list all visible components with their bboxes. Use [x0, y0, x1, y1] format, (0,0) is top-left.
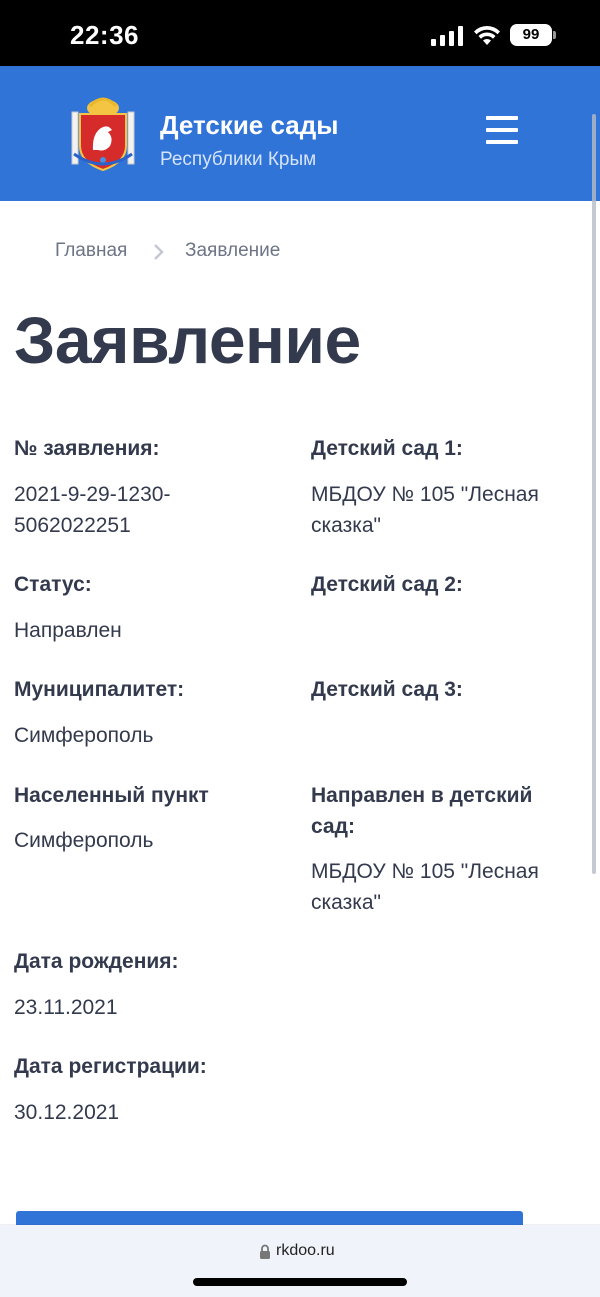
status-label: Статус:	[14, 573, 92, 596]
status-bar: 22:36 99	[0, 0, 600, 66]
birth-date-value: 23.11.2021	[14, 996, 118, 1019]
hamburger-menu-icon[interactable]	[486, 116, 518, 144]
birth-date-label: Дата рождения:	[14, 950, 179, 973]
assigned-kindergarten-value-line2: сказка"	[311, 891, 382, 914]
browser-url-bar[interactable]	[0, 1225, 600, 1297]
crimea-coat-of-arms-icon[interactable]	[68, 94, 138, 172]
chevron-right-icon	[154, 244, 164, 260]
application-number-value-line2: 5062022251	[14, 514, 131, 537]
breadcrumb-current: Заявление	[185, 240, 281, 261]
status-time: 22:36	[70, 20, 139, 50]
menu-bar-bottom	[486, 140, 518, 144]
locality-label: Населенный пункт	[14, 784, 209, 807]
kindergarten-1-value-line2: сказка"	[311, 514, 382, 537]
breadcrumb-home-link[interactable]: Главная	[55, 240, 127, 262]
menu-bar-top	[486, 116, 518, 120]
menu-bar-middle	[486, 128, 518, 132]
kindergarten-2-label: Детский сад 2:	[311, 573, 463, 596]
kindergarten-1-value-line1: МБДОУ № 105 "Лесная	[311, 483, 539, 506]
page-scrollbar[interactable]	[592, 114, 596, 874]
status-value: Направлен	[14, 619, 122, 642]
assigned-kindergarten-label-line2: сад:	[311, 815, 355, 838]
site-subtitle: Республики Крым	[160, 149, 317, 170]
lock-icon	[260, 1244, 270, 1259]
browser-url-text[interactable]: rkdoo.ru	[276, 1242, 335, 1260]
home-indicator[interactable]	[193, 1278, 407, 1286]
kindergarten-1-label: Детский сад 1:	[311, 437, 463, 460]
battery-tip	[553, 31, 556, 39]
assigned-kindergarten-value-line1: МБДОУ № 105 "Лесная	[311, 860, 539, 883]
application-number-label: № заявления:	[14, 437, 160, 460]
wifi-icon	[474, 25, 500, 45]
page: 22:36 99 Детские сады Республики Крым Гл…	[0, 0, 600, 1297]
application-number-value-line1: 2021-9-29-1230-	[14, 483, 171, 506]
municipality-value: Симферополь	[14, 724, 154, 747]
page-title: Заявление	[14, 303, 361, 377]
battery-indicator: 99	[510, 24, 552, 46]
locality-value: Симферополь	[14, 829, 154, 852]
registration-date-label: Дата регистрации:	[14, 1055, 207, 1078]
site-title[interactable]: Детские сады	[160, 110, 338, 141]
kindergarten-3-label: Детский сад 3:	[311, 678, 463, 701]
assigned-kindergarten-label-line1: Направлен в детский	[311, 784, 533, 807]
registration-date-value: 30.12.2021	[14, 1101, 120, 1124]
cellular-signal-icon	[431, 26, 463, 46]
municipality-label: Муниципалитет:	[14, 678, 185, 701]
